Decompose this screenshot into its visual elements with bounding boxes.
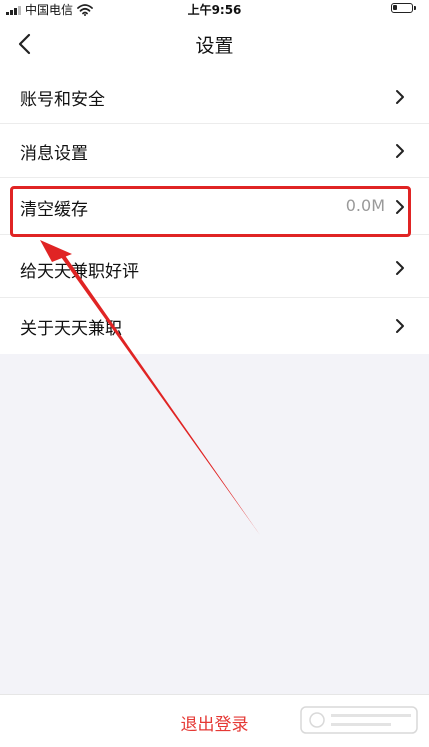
menu-item-label: 消息设置 <box>20 144 88 164</box>
menu-item-clear-cache[interactable]: 清空缓存 0.0M <box>0 178 429 235</box>
logout-button[interactable]: 退出登录 <box>0 710 429 735</box>
menu-item-label: 清空缓存 <box>20 200 88 220</box>
chevron-right-icon <box>396 319 404 333</box>
menu-item-label: 给天天兼职好评 <box>20 262 139 282</box>
menu-item-account-security[interactable]: 账号和安全 <box>0 70 429 124</box>
status-time: 上午9:56 <box>187 3 242 17</box>
chevron-right-icon <box>396 261 404 275</box>
menu-item-label: 关于天天兼职 <box>20 319 122 339</box>
chevron-right-icon <box>396 200 404 214</box>
menu-item-label: 账号和安全 <box>20 90 105 110</box>
chevron-right-icon <box>396 90 404 104</box>
settings-menu: 账号和安全 消息设置 清空缓存 0.0M 给天天兼职好评 关于天天兼职 <box>0 70 429 354</box>
menu-item-about[interactable]: 关于天天兼职 <box>0 298 429 354</box>
cache-size-value: 0.0M <box>345 196 385 215</box>
nav-bar: 设置 <box>0 18 429 70</box>
battery-icon <box>391 3 416 13</box>
page-title: 设置 <box>195 35 234 57</box>
chevron-right-icon <box>396 144 404 158</box>
menu-item-message-settings[interactable]: 消息设置 <box>0 124 429 178</box>
status-bar: 中国电信 上午9:56 <box>0 0 429 18</box>
menu-item-rate-app[interactable]: 给天天兼职好评 <box>0 235 429 298</box>
logout-bar: 退出登录 <box>0 694 429 747</box>
